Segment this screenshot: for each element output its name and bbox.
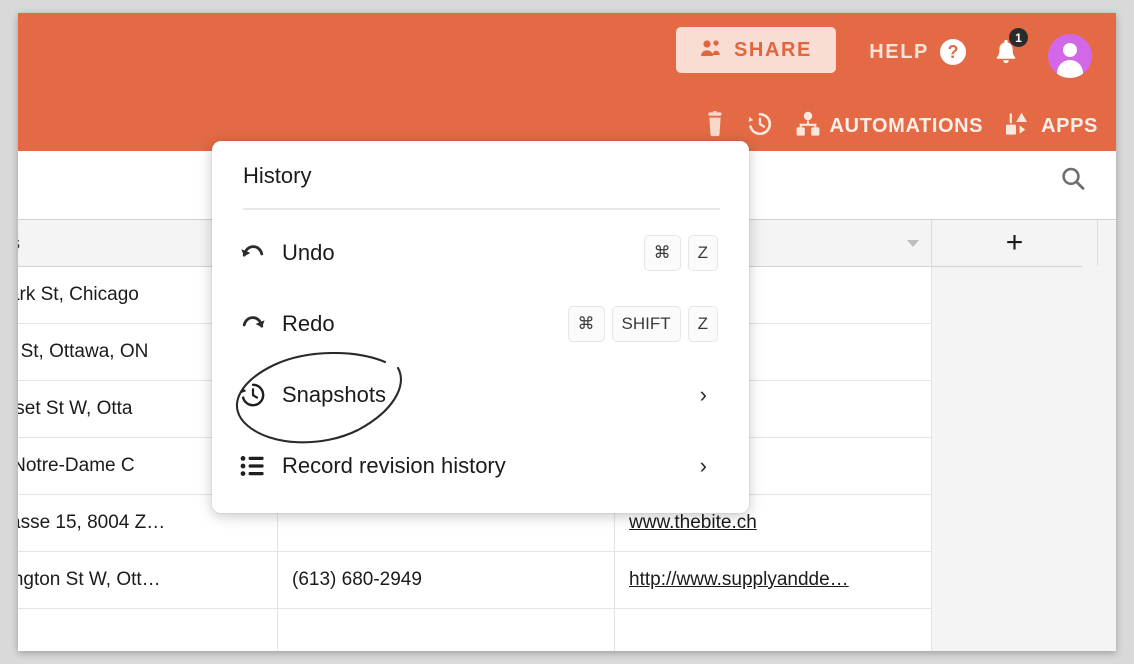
menu-item-record-revision-history[interactable]: Record revision history › bbox=[230, 440, 731, 492]
share-button[interactable]: SHARE bbox=[675, 27, 836, 73]
key-z: Z bbox=[687, 235, 718, 271]
cell-phone[interactable] bbox=[278, 609, 615, 651]
cell-address[interactable] bbox=[18, 609, 278, 651]
help-label: HELP bbox=[869, 40, 929, 63]
menu-item-label: Redo bbox=[282, 311, 335, 336]
notification-count-badge: 1 bbox=[1009, 28, 1028, 47]
key-shift: SHIFT bbox=[611, 306, 681, 342]
apps-label: APPS bbox=[1041, 115, 1098, 137]
cell-text: omerset St W, Otta bbox=[18, 398, 133, 419]
snapshot-clock-icon bbox=[238, 382, 268, 408]
screenshot-root: SHARE HELP ? 1 AUTOMATIONS APPS + rk St,… bbox=[0, 0, 1134, 664]
chevron-right-icon[interactable]: › bbox=[700, 384, 707, 406]
menu-item-label: Snapshots bbox=[282, 382, 386, 407]
cell-text: N Clark St, Chicago bbox=[18, 284, 139, 305]
shortcut-keys: ⌘ Z bbox=[643, 235, 718, 271]
menu-item-label: Undo bbox=[282, 240, 335, 265]
share-label: SHARE bbox=[733, 38, 812, 61]
key-z: Z bbox=[687, 306, 718, 342]
list-bullets-icon bbox=[238, 455, 268, 477]
column-header-label: ldress bbox=[18, 233, 20, 254]
bell-icon bbox=[992, 39, 1020, 73]
shortcut-keys: ⌘ SHIFT Z bbox=[567, 306, 718, 342]
menu-item-snapshots[interactable]: Snapshots › bbox=[230, 369, 731, 421]
secondary-toolbar: AUTOMATIONS APPS bbox=[705, 111, 1098, 142]
automations-label: AUTOMATIONS bbox=[829, 115, 984, 137]
history-button[interactable] bbox=[747, 111, 773, 142]
automations-button[interactable]: AUTOMATIONS bbox=[795, 111, 983, 142]
cell-phone[interactable]: (613) 680-2949 bbox=[278, 552, 615, 608]
menu-divider bbox=[243, 208, 720, 210]
app-window: SHARE HELP ? 1 AUTOMATIONS APPS + rk St,… bbox=[18, 13, 1116, 651]
chevron-down-icon[interactable] bbox=[907, 239, 919, 247]
question-mark-icon: ? bbox=[940, 39, 966, 65]
undo-arrow-icon bbox=[238, 242, 268, 264]
chevron-right-icon[interactable]: › bbox=[700, 455, 707, 477]
trash-icon bbox=[705, 111, 725, 142]
cell-text: erstrasse 15, 8004 Z… bbox=[18, 512, 166, 533]
table-row[interactable] bbox=[18, 609, 932, 651]
apps-icon bbox=[1005, 111, 1033, 142]
cell-text: Rue Notre-Dame C bbox=[18, 455, 135, 476]
cell-text: Bank St, Ottawa, ON bbox=[18, 341, 149, 362]
search-button[interactable] bbox=[1056, 164, 1090, 198]
add-field-button[interactable]: + bbox=[932, 220, 1098, 266]
plus-icon: + bbox=[1005, 226, 1024, 259]
menu-item-undo[interactable]: Undo ⌘ Z bbox=[230, 227, 731, 279]
cell-text: Wellington St W, Ott… bbox=[18, 569, 161, 590]
cell-link[interactable]: http://www.supplyandde… bbox=[615, 569, 849, 591]
help-button[interactable]: HELP ? bbox=[869, 39, 966, 65]
key-cmd: ⌘ bbox=[643, 235, 681, 271]
apps-button[interactable]: APPS bbox=[1005, 111, 1098, 142]
automations-icon bbox=[795, 111, 821, 142]
table-row[interactable]: Wellington St W, Ott… (613) 680-2949 htt… bbox=[18, 552, 932, 609]
history-menu: History Undo ⌘ Z Redo ⌘ SHIFT Z Snapshot… bbox=[212, 141, 749, 513]
history-clock-icon bbox=[747, 111, 773, 142]
history-menu-title: History bbox=[243, 163, 312, 188]
cell-link[interactable]: www.thebite.ch bbox=[615, 512, 757, 534]
user-avatar[interactable] bbox=[1048, 34, 1092, 78]
search-icon bbox=[1059, 165, 1087, 198]
notifications-button[interactable]: 1 bbox=[992, 28, 1028, 73]
menu-item-label: Record revision history bbox=[282, 453, 506, 478]
top-bar: SHARE HELP ? 1 AUTOMATIONS APPS bbox=[18, 13, 1116, 151]
avatar-body bbox=[1057, 60, 1083, 78]
trash-button[interactable] bbox=[705, 111, 725, 142]
cell-text: (613) 680-2949 bbox=[292, 569, 422, 590]
avatar-head bbox=[1063, 43, 1077, 57]
redo-arrow-icon bbox=[238, 313, 268, 335]
cell-website[interactable] bbox=[615, 609, 932, 651]
people-icon bbox=[700, 39, 722, 62]
key-cmd: ⌘ bbox=[567, 306, 605, 342]
cell-address[interactable]: Wellington St W, Ott… bbox=[18, 552, 278, 608]
cell-website[interactable]: http://www.supplyandde… bbox=[615, 552, 932, 608]
menu-item-redo[interactable]: Redo ⌘ SHIFT Z bbox=[230, 298, 731, 350]
